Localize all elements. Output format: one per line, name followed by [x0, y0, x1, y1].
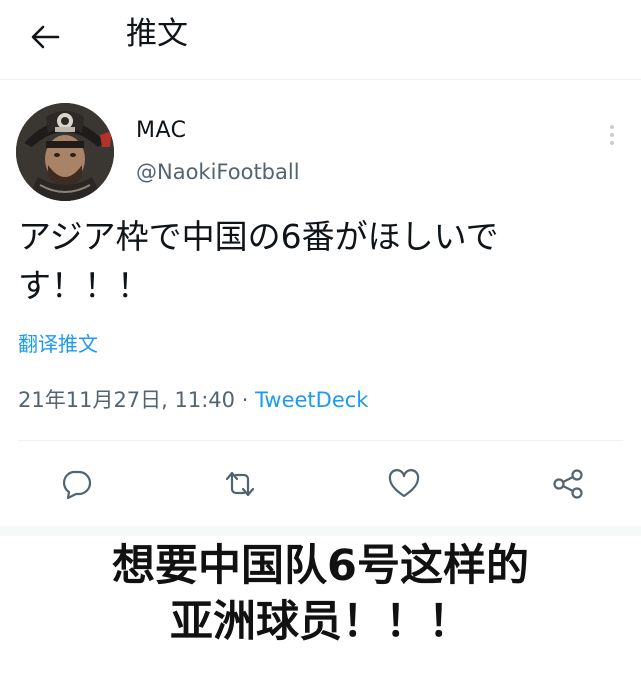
avatar-image	[16, 103, 114, 201]
source-link[interactable]: TweetDeck	[255, 388, 368, 412]
tweet-text: アジア枠で中国の6番がほしいで す！！！	[18, 212, 618, 310]
author-name[interactable]: MAC	[136, 118, 187, 143]
more-dot-icon	[610, 133, 614, 137]
like-button[interactable]	[380, 460, 428, 508]
more-dot-icon	[610, 141, 614, 145]
share-icon	[553, 469, 583, 499]
divider	[18, 440, 623, 441]
caption: 想要中国队6号这样的 亚洲球员！！！	[0, 538, 641, 650]
more-options-button[interactable]	[600, 120, 624, 150]
tweet-card: MAC @NaokiFootball アジア枠で中国の6番がほしいで す！！！ …	[0, 80, 641, 526]
arrow-left-icon	[31, 25, 60, 49]
reply-icon	[62, 470, 92, 500]
tweet-actions	[0, 460, 641, 508]
author-handle[interactable]: @NaokiFootball	[136, 160, 300, 184]
tweet-text-line: す！！！	[18, 266, 150, 305]
more-dot-icon	[610, 125, 614, 129]
caption-line: 想要中国队6号这样的	[112, 541, 529, 591]
reply-button[interactable]	[52, 460, 100, 508]
tweet-meta: 21年11月27日, 11:40 · TweetDeck	[18, 384, 368, 414]
tweet-text-line: アジア枠で中国の6番がほしいで	[18, 217, 499, 256]
translate-tweet-link[interactable]: 翻译推文	[18, 328, 98, 357]
caption-line: 亚洲球员！！！	[170, 597, 471, 647]
section-separator	[0, 526, 641, 536]
back-button[interactable]	[22, 14, 68, 60]
top-bar: 推文	[0, 0, 641, 80]
like-icon	[388, 469, 420, 498]
share-button[interactable]	[544, 460, 592, 508]
retweet-button[interactable]	[216, 460, 264, 508]
page-title: 推文	[126, 16, 188, 52]
avatar[interactable]	[16, 103, 114, 201]
retweet-icon	[225, 471, 255, 497]
timestamp[interactable]: 21年11月27日, 11:40 ·	[18, 388, 255, 412]
